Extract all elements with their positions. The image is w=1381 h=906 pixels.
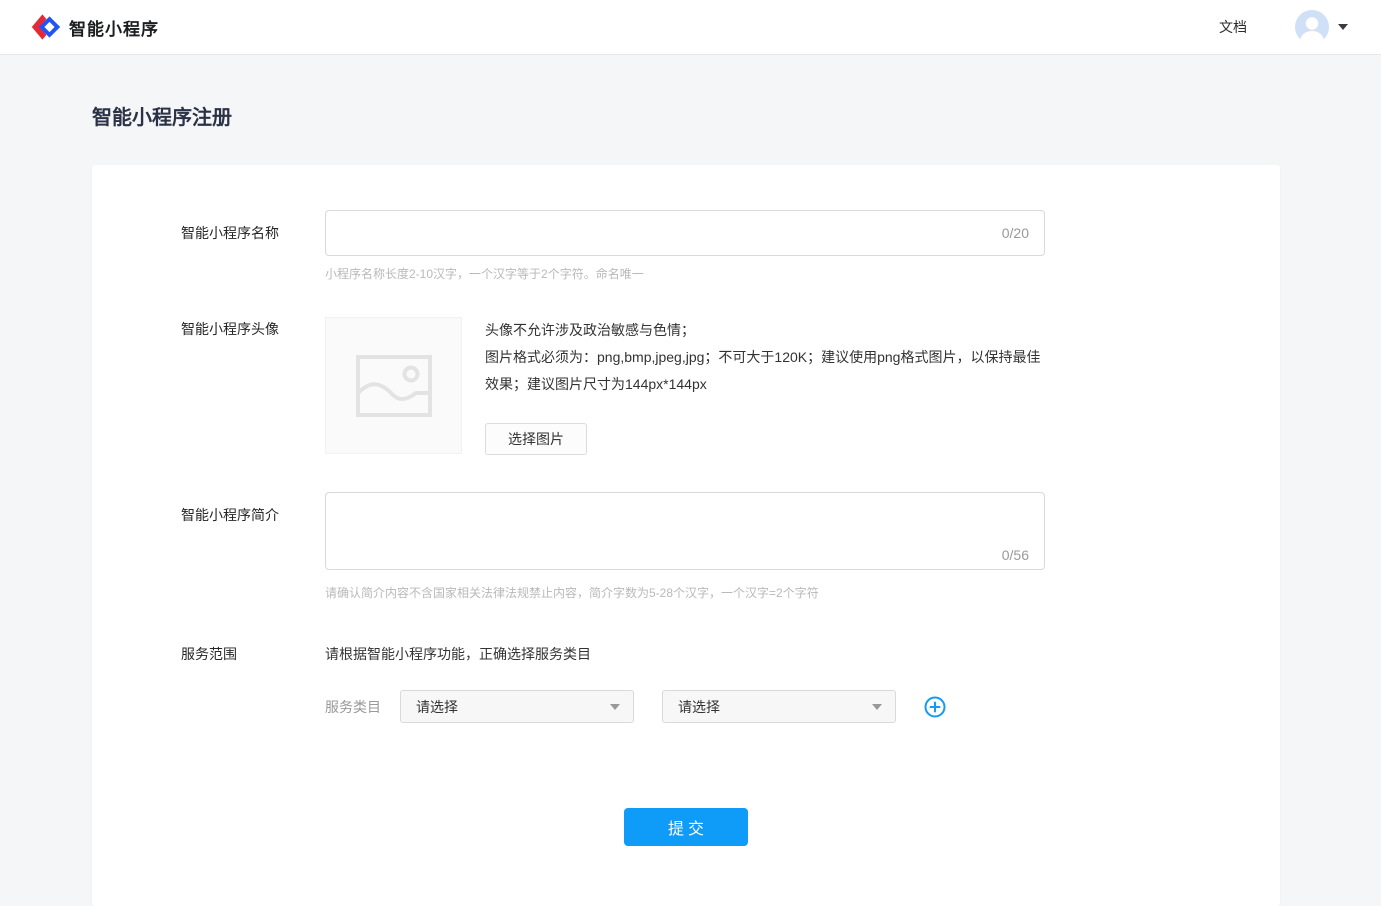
name-char-counter: 0/20 xyxy=(1002,225,1029,241)
app-header: 智能小程序 文档 xyxy=(0,0,1381,55)
nav-docs-link[interactable]: 文档 xyxy=(1219,17,1247,37)
caret-down-icon xyxy=(1338,24,1348,30)
intro-field-label: 智能小程序简介 xyxy=(181,492,325,602)
submit-row: 提交 xyxy=(92,808,1280,846)
name-field-row: 智能小程序名称 0/20 小程序名称长度2-10汉字，一个汉字等于2个字符。命名… xyxy=(181,210,1280,283)
brand-logo[interactable]: 智能小程序 xyxy=(30,12,159,42)
scope-hint-text: 请根据智能小程序功能，正确选择服务类目 xyxy=(325,642,1280,664)
category-select-level2-value: 请选择 xyxy=(678,697,720,717)
intro-char-counter: 0/56 xyxy=(1002,547,1029,563)
page-title: 智能小程序注册 xyxy=(92,104,1381,132)
avatar-field-label: 智能小程序头像 xyxy=(181,317,325,455)
intro-field-row: 智能小程序简介 0/56 请确认简介内容不含国家相关法律法规禁止内容，简介字数为… xyxy=(181,492,1280,602)
brand-logo-icon xyxy=(30,12,61,42)
category-select-level1[interactable]: 请选择 xyxy=(400,690,634,723)
chevron-down-icon xyxy=(610,704,620,710)
avatar-field-row: 智能小程序头像 头像不允许涉及政治敏感与色情； xyxy=(181,317,1280,455)
intro-help-text: 请确认简介内容不含国家相关法律法规禁止内容，简介字数为5-28个汉字，一个汉字=… xyxy=(325,585,1280,602)
category-label: 服务类目 xyxy=(325,697,381,717)
avatar-upload-placeholder xyxy=(325,317,462,454)
scope-field-row: 服务范围 请根据智能小程序功能，正确选择服务类目 服务类目 请选择 请选择 xyxy=(181,642,1280,723)
scope-field-label: 服务范围 xyxy=(181,642,325,723)
category-select-level2[interactable]: 请选择 xyxy=(662,690,896,723)
image-placeholder-icon xyxy=(356,355,432,417)
avatar-rules-line2: 图片格式必须为：png,bmp,jpeg,jpg；不可大于120K；建议使用pn… xyxy=(485,344,1045,398)
name-help-text: 小程序名称长度2-10汉字，一个汉字等于2个字符。命名唯一 xyxy=(325,266,1280,283)
account-menu[interactable] xyxy=(1295,10,1348,44)
main-content: 智能小程序注册 智能小程序名称 0/20 小程序名称长度2-10汉字，一个汉字等… xyxy=(0,104,1381,906)
brand-title: 智能小程序 xyxy=(69,15,159,40)
name-field-label: 智能小程序名称 xyxy=(181,210,325,283)
submit-button[interactable]: 提交 xyxy=(624,808,748,846)
category-select-level1-value: 请选择 xyxy=(416,697,458,717)
intro-textarea[interactable] xyxy=(325,492,1045,570)
chevron-down-icon xyxy=(872,704,882,710)
choose-image-button[interactable]: 选择图片 xyxy=(485,423,587,455)
user-avatar-icon xyxy=(1295,10,1329,44)
avatar-rules-line1: 头像不允许涉及政治敏感与色情； xyxy=(485,317,1045,344)
name-input[interactable] xyxy=(325,210,1045,256)
registration-card: 智能小程序名称 0/20 小程序名称长度2-10汉字，一个汉字等于2个字符。命名… xyxy=(92,165,1280,906)
plus-circle-icon xyxy=(924,696,946,718)
add-category-button[interactable] xyxy=(924,696,946,718)
